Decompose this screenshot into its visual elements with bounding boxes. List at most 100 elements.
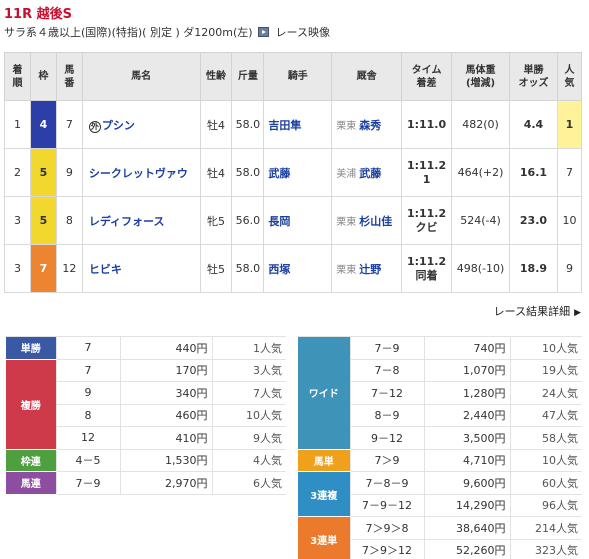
payout-amount: 460円 [119, 404, 212, 427]
col-body-weight: 馬体重 (増減) [451, 52, 510, 101]
popularity: 10 [556, 196, 583, 245]
win-odds: 16.1 [509, 148, 558, 197]
payout-numbers: 8 [55, 404, 120, 427]
payout-row: 単勝 7 440円 1人気 [6, 336, 286, 360]
payout-numbers: 4－5 [55, 449, 120, 472]
payout-popularity: 96人気 [509, 494, 582, 517]
payout-numbers: 7＞9 [349, 449, 424, 472]
trainer-link[interactable]: 杉山佳 [359, 215, 392, 228]
payout-numbers: 7－9－12 [349, 494, 424, 517]
video-icon[interactable] [258, 27, 270, 37]
race-video-link[interactable]: レース映像 [276, 26, 330, 39]
carried-weight: 58.0 [231, 148, 265, 197]
sex-age: 牡4 [199, 148, 233, 197]
payout-popularity: 10人気 [509, 449, 582, 472]
payout-popularity: 47人気 [509, 404, 582, 427]
payout-numbers: 8－9 [349, 404, 424, 427]
body-weight: 482(0) [451, 100, 510, 149]
rank: 3 [4, 196, 31, 245]
horse-number: 9 [55, 148, 83, 197]
payout-amount: 1,530円 [119, 449, 212, 472]
payout-amount: 2,970円 [119, 471, 212, 495]
payout-numbers: 7－9 [349, 336, 424, 360]
payout-popularity: 19人気 [509, 359, 582, 382]
waku-badge: 7 [29, 244, 57, 293]
payout-amount: 52,260円 [423, 539, 510, 559]
payout-amount: 410円 [119, 426, 212, 450]
payout-amount: 3,500円 [423, 426, 510, 450]
carried-weight: 58.0 [231, 100, 265, 149]
payout-label: 枠連 [6, 449, 56, 472]
horse-number: 12 [55, 244, 83, 293]
jockey-link[interactable]: 長岡 [263, 196, 333, 245]
horse-number: 7 [55, 100, 83, 149]
horse-name-link[interactable]: シークレットヴァウ [81, 148, 201, 197]
results-table: 着順 枠 馬番 馬名 性齢 斤量 騎手 厩舎 タイム 着差 馬体重 (増減) 単勝オ… [4, 52, 583, 293]
payout-label: 馬単 [298, 449, 350, 472]
payout-label: 3連複 [298, 471, 350, 517]
sex-age: 牝5 [199, 196, 233, 245]
payout-amount: 38,640円 [423, 516, 510, 540]
race-info: サラ系４歳以上(国際)(特指)( 別定 ) ダ1200m(左) レース映像 [4, 24, 330, 40]
carried-weight: 58.0 [231, 244, 265, 293]
col-pop: 人気 [556, 52, 583, 101]
payout-numbers: 7－8－9 [349, 471, 424, 495]
col-horse: 馬名 [81, 52, 201, 101]
payout-amount: 340円 [119, 381, 212, 405]
jockey-link[interactable]: 武藤 [263, 148, 333, 197]
trainer-cell: 美浦 武藤 [331, 148, 403, 197]
payout-row: 3連単 7＞9＞8 38,640円 214人気 [298, 516, 582, 559]
payout-amount: 170円 [119, 359, 212, 382]
waku-badge: 4 [29, 100, 57, 149]
payout-popularity: 9人気 [211, 426, 286, 450]
payout-numbers: 9 [55, 381, 120, 405]
trainer-link[interactable]: 武藤 [359, 167, 381, 180]
payout-popularity: 10人気 [211, 404, 286, 427]
horse-name-link[interactable]: レディフォース [81, 196, 201, 245]
chevron-right-icon: ▶ [574, 308, 581, 318]
jockey-link[interactable]: 吉田隼 [263, 100, 333, 149]
trainer-cell: 栗東 森秀 [331, 100, 403, 149]
col-trainer: 厩舎 [331, 52, 403, 101]
payout-label: 馬連 [6, 471, 56, 495]
jockey-link[interactable]: 西塚 [263, 244, 333, 293]
payout-popularity: 214人気 [509, 516, 582, 540]
race-title: 11R 越後S [4, 7, 72, 22]
payout-numbers: 9－12 [349, 426, 424, 450]
payout-amount: 740円 [423, 336, 510, 360]
rank: 1 [4, 100, 31, 149]
trainer-cell: 栗東 辻野 [331, 244, 403, 293]
payout-amount: 4,710円 [423, 449, 510, 472]
horse-name-link[interactable]: ヒビキ [81, 244, 201, 293]
trainer-link[interactable]: 森秀 [359, 119, 381, 132]
payout-popularity: 6人気 [211, 471, 286, 495]
payout-popularity: 3人気 [211, 359, 286, 382]
col-jockey: 騎手 [263, 52, 333, 101]
payout-amount: 1,070円 [423, 359, 510, 382]
col-num: 馬番 [55, 52, 83, 101]
trainer-cell: 栗東 杉山佳 [331, 196, 403, 245]
table-row: 2 5 9 シークレットヴァウ 牡4 58.0 武藤 美浦 武藤 1:11.2 1 … [4, 148, 583, 197]
payout-popularity: 24人気 [509, 381, 582, 405]
trainer-link[interactable]: 辻野 [359, 263, 381, 276]
horse-name-link[interactable]: 外プシン [81, 100, 201, 149]
body-weight: 524(-4) [451, 196, 510, 245]
payout-row: ワイド 7－9 740円 10人気 [298, 336, 582, 450]
popularity: 9 [556, 244, 583, 293]
payout-row: 馬単 7＞9 4,710円 10人気 [298, 449, 582, 472]
payout-popularity: 58人気 [509, 426, 582, 450]
payout-row: 複勝 7 170円 3人気 [6, 359, 286, 450]
payout-popularity: 323人気 [509, 539, 582, 559]
payout-label: ワイド [298, 336, 350, 450]
win-odds: 23.0 [509, 196, 558, 245]
win-odds: 18.9 [509, 244, 558, 293]
payout-numbers: 7－8 [349, 359, 424, 382]
payout-label: 単勝 [6, 336, 56, 360]
col-sex-age: 性齢 [199, 52, 233, 101]
payout-row: 枠連 4－5 1,530円 4人気 [6, 449, 286, 472]
sex-age: 牡5 [199, 244, 233, 293]
payout-amount: 440円 [119, 336, 212, 360]
payout-row: 3連複 7－8－9 9,600円 60人気 [298, 471, 582, 517]
waku-badge: 5 [29, 148, 57, 197]
race-detail-link[interactable]: レース結果詳細 ▶ [494, 303, 581, 319]
